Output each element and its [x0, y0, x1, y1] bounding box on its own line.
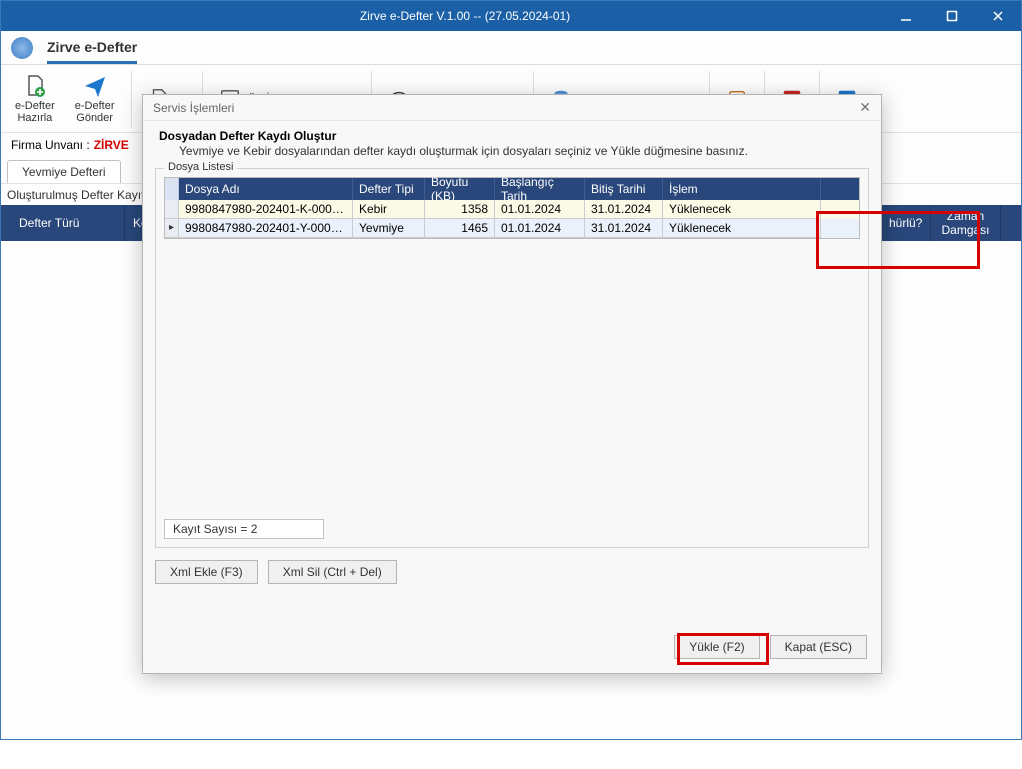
file-table: Dosya Adı Defter Tipi Boyutu (KB) Başlan…: [164, 177, 860, 239]
dialog-title: Servis İşlemleri: [153, 101, 234, 115]
app-header: Zirve e-Defter: [1, 31, 1021, 65]
row-indicator: [165, 200, 179, 219]
col-dosya-adi[interactable]: Dosya Adı: [179, 178, 353, 200]
firm-value: ZİRVE: [94, 138, 129, 152]
app-name: Zirve e-Defter: [47, 39, 137, 64]
table-row[interactable]: 9980847980-202401-K-000000.xml Kebir 135…: [165, 200, 859, 219]
dosya-listesi-fieldset: Dosya Listesi Dosya Adı Defter Tipi Boyu…: [155, 168, 869, 548]
col-indicator: [165, 178, 179, 200]
col-baslangic[interactable]: Başlangıç Tarih: [495, 178, 585, 200]
firm-label: Firma Unvanı :: [11, 138, 90, 152]
dialog-header-section: Dosyadan Defter Kaydı Oluştur Yevmiye ve…: [143, 121, 881, 166]
cell-islem: Yüklenecek: [663, 219, 821, 238]
fieldset-legend: Dosya Listesi: [164, 161, 237, 173]
main-titlebar: Zirve e-Defter V.1.00 -- (27.05.2024-01): [1, 1, 1021, 31]
cell-bitis: 31.01.2024: [585, 219, 663, 238]
cell-dosya-adi: 9980847980-202401-K-000000.xml: [179, 200, 353, 219]
yukle-button[interactable]: Yükle (F2): [674, 635, 759, 659]
col-bitis[interactable]: Bitiş Tarihi: [585, 178, 663, 200]
close-button[interactable]: [975, 1, 1021, 31]
app-logo-icon: [11, 37, 33, 59]
window-title: Zirve e-Defter V.1.00 -- (27.05.2024-01): [47, 9, 883, 23]
dialog-titlebar: Servis İşlemleri ✕: [143, 95, 881, 121]
grid-col-zaman-damgasi[interactable]: Zaman Damgası: [931, 205, 1001, 241]
cell-islem: Yüklenecek: [663, 200, 821, 219]
cell-bitis: 31.01.2024: [585, 200, 663, 219]
col-defter-tipi[interactable]: Defter Tipi: [353, 178, 425, 200]
grid-col-defter-turu[interactable]: Defter Türü: [11, 205, 125, 241]
dialog-footer: Yükle (F2) Kapat (ESC): [143, 625, 881, 673]
send-icon: [83, 74, 107, 98]
kapat-button[interactable]: Kapat (ESC): [770, 635, 867, 659]
dialog-subtext: Yevmiye ve Kebir dosyalarından defter ka…: [159, 143, 865, 160]
cell-defter-tipi: Kebir: [353, 200, 425, 219]
xml-sil-button[interactable]: Xml Sil (Ctrl + Del): [268, 560, 397, 584]
tab-yevmiye-defteri[interactable]: Yevmiye Defteri: [7, 160, 121, 183]
table-row[interactable]: ▸ 9980847980-202401-Y-000000.xml Yevmiye…: [165, 219, 859, 238]
grid-col-muhurlu[interactable]: hürlü?: [881, 205, 931, 241]
file-buttons-row: Xml Ekle (F3) Xml Sil (Ctrl + Del): [143, 550, 881, 594]
col-boyutu[interactable]: Boyutu (KB): [425, 178, 495, 200]
record-count: Kayıt Sayısı = 2: [164, 519, 324, 539]
file-table-body: 9980847980-202401-K-000000.xml Kebir 135…: [165, 200, 859, 238]
maximize-button[interactable]: [929, 1, 975, 31]
row-indicator-current: ▸: [165, 219, 179, 238]
servis-islemleri-dialog: Servis İşlemleri ✕ Dosyadan Defter Kaydı…: [142, 94, 882, 674]
xml-ekle-button[interactable]: Xml Ekle (F3): [155, 560, 258, 584]
cell-baslangic: 01.01.2024: [495, 219, 585, 238]
cell-dosya-adi: 9980847980-202401-Y-000000.xml: [179, 219, 353, 238]
cell-boyutu: 1465: [425, 219, 495, 238]
cell-boyutu: 1358: [425, 200, 495, 219]
dialog-close-icon[interactable]: ✕: [859, 99, 871, 116]
edefter-hazirla-button[interactable]: e-Defter Hazırla: [7, 72, 63, 126]
dialog-heading: Dosyadan Defter Kaydı Oluştur: [159, 129, 865, 143]
edefter-gonder-button[interactable]: e-Defter Gönder: [67, 72, 123, 126]
minimize-button[interactable]: [883, 1, 929, 31]
cell-baslangic: 01.01.2024: [495, 200, 585, 219]
cell-defter-tipi: Yevmiye: [353, 219, 425, 238]
col-islem[interactable]: İşlem: [663, 178, 821, 200]
file-table-head: Dosya Adı Defter Tipi Boyutu (KB) Başlan…: [165, 178, 859, 200]
document-plus-icon: [23, 74, 47, 98]
